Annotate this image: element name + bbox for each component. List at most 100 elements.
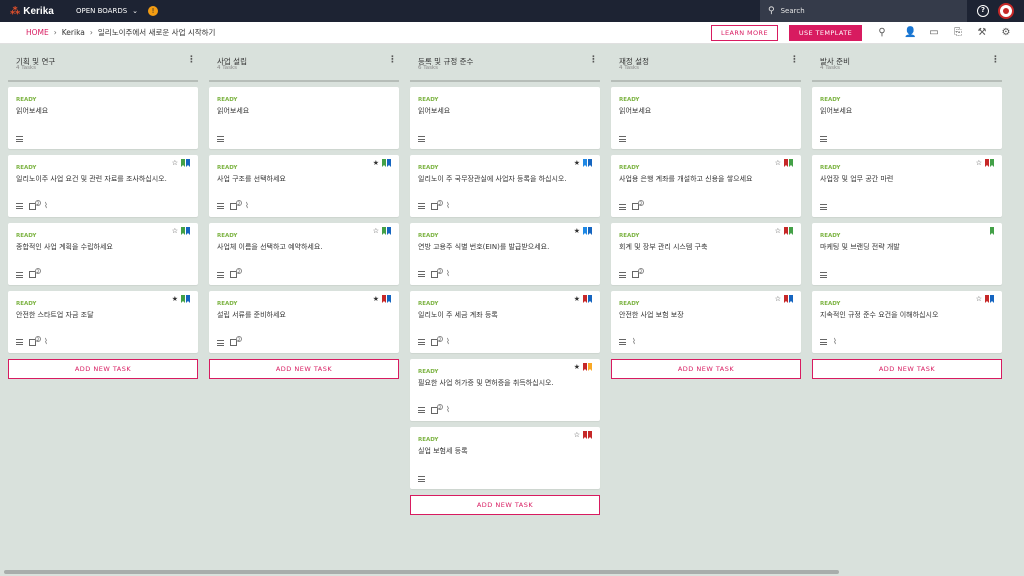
task-title[interactable]: 안전한 스타트업 자금 조달 [16, 311, 191, 320]
breadcrumb-home[interactable]: HOME [26, 28, 49, 37]
task-card[interactable]: READY 회계 및 장부 관리 시스템 구축 ☆ 2 [611, 223, 801, 285]
star-icon[interactable]: ☆ [775, 295, 781, 303]
task-title[interactable]: 일리노이 주 국무장관실에 사업자 등록을 하십시오. [418, 175, 593, 184]
horizontal-scrollbar[interactable] [4, 570, 839, 574]
task-title[interactable]: 일리노이 주 세금 계좌 등록 [418, 311, 593, 320]
add-person-icon[interactable]: 👤 [904, 27, 916, 39]
task-title[interactable]: 사업체 이름을 선택하고 예약하세요. [217, 243, 392, 252]
add-new-task-button[interactable]: ADD NEW TASK [812, 359, 1002, 379]
add-new-task-button[interactable]: ADD NEW TASK [410, 495, 600, 515]
task-title[interactable]: 읽어보세요 [217, 107, 392, 116]
more-vert-icon[interactable]: ⋮ [589, 56, 598, 65]
star-icon[interactable]: ★ [172, 295, 178, 303]
star-icon[interactable]: ☆ [775, 227, 781, 235]
add-new-task-button[interactable]: ADD NEW TASK [611, 359, 801, 379]
task-title[interactable]: 종합적인 사업 계획을 수립하세요 [16, 243, 191, 252]
search-input[interactable]: ⚲ Search [760, 0, 967, 22]
checklist-count: 2 [437, 199, 443, 206]
task-title[interactable]: 마케팅 및 브랜딩 전략 개발 [820, 243, 995, 252]
bookmark-flag-icon [186, 159, 190, 167]
task-card[interactable]: READY 사업용 은행 계좌를 개설하고 신용을 쌓으세요 ☆ 2 [611, 155, 801, 217]
star-icon[interactable]: ★ [574, 295, 580, 303]
kerika-logo[interactable]: ⁂ Kerika [10, 6, 68, 17]
task-title[interactable]: 읽어보세요 [418, 107, 593, 116]
breadcrumb-org[interactable]: Kerika [62, 28, 85, 37]
task-card[interactable]: READY 읽어보세요 [8, 87, 198, 149]
star-icon[interactable]: ★ [373, 159, 379, 167]
description-icon [217, 203, 224, 209]
tools-icon[interactable]: ⚒ [976, 27, 988, 39]
task-title[interactable]: 읽어보세요 [619, 107, 794, 116]
more-vert-icon[interactable]: ⋮ [790, 56, 799, 65]
attachment-icon[interactable]: ⎘ [952, 27, 964, 39]
star-icon[interactable]: ☆ [172, 227, 178, 235]
task-title[interactable]: 실업 보험세 등록 [418, 447, 593, 456]
task-title[interactable]: 사업 구조를 선택하세요 [217, 175, 392, 184]
star-icon[interactable]: ☆ [976, 295, 982, 303]
task-card[interactable]: READY 안전한 스타트업 자금 조달 ★ 2 ⌇ [8, 291, 198, 353]
star-icon[interactable]: ☆ [172, 159, 178, 167]
task-title[interactable]: 회계 및 장부 관리 시스템 구축 [619, 243, 794, 252]
task-card[interactable]: READY 실업 보험세 등록 ☆ [410, 427, 600, 489]
board-column: 사업 설립 ⋮ 4 Tasks READY 읽어보세요 READY 사업 구조를 선택하세요… [209, 56, 399, 379]
task-card[interactable]: READY 사업장 및 업무 공간 마련 ☆ [812, 155, 1002, 217]
task-card[interactable]: READY 연방 고용주 식별 번호(EIN)를 발급받으세요. ★ 2 ⌇ [410, 223, 600, 285]
more-vert-icon[interactable]: ⋮ [388, 56, 397, 65]
task-card[interactable]: READY 종합적인 사업 계획을 수립하세요 ☆ 2 [8, 223, 198, 285]
open-boards-menu[interactable]: OPEN BOARDS ⌄ [76, 7, 138, 15]
star-icon[interactable]: ★ [373, 295, 379, 303]
task-title[interactable]: 안전한 사업 보험 보장 [619, 311, 794, 320]
checklist-count: 2 [236, 268, 242, 274]
task-title[interactable]: 일리노이주 사업 요건 및 관련 자료를 조사하십시오. [16, 175, 191, 184]
task-title[interactable]: 연방 고용주 식별 번호(EIN)를 발급받으세요. [418, 243, 593, 252]
description-icon [217, 339, 224, 346]
task-title[interactable]: 지속적인 규정 준수 요건을 이해하십시오 [820, 311, 995, 320]
task-card[interactable]: READY 일리노이 주 세금 계좌 등록 ★ 2 ⌇ [410, 291, 600, 353]
task-flags: ☆ [172, 159, 190, 167]
task-title[interactable]: 읽어보세요 [16, 107, 191, 116]
task-title[interactable]: 사업용 은행 계좌를 개설하고 신용을 쌓으세요 [619, 175, 794, 184]
learn-more-button[interactable]: LEARN MORE [711, 25, 778, 41]
star-icon[interactable]: ☆ [373, 227, 379, 235]
task-card[interactable]: READY 지속적인 규정 준수 요건을 이해하십시오 ☆ ⌇ [812, 291, 1002, 353]
bookmark-flag-icon [382, 295, 386, 303]
checklist-icon: 2 [431, 199, 443, 210]
more-vert-icon[interactable]: ⋮ [991, 56, 1000, 65]
more-vert-icon[interactable]: ⋮ [187, 56, 196, 65]
gear-icon[interactable]: ⚙ [1000, 27, 1012, 39]
task-card[interactable]: READY 일리노이주 사업 요건 및 관련 자료를 조사하십시오. ☆ 2 ⌇ [8, 155, 198, 217]
task-title[interactable]: 읽어보세요 [820, 107, 995, 116]
add-new-task-button[interactable]: ADD NEW TASK [209, 359, 399, 379]
bookmark-flag-icon [583, 431, 587, 439]
task-flags: ★ [373, 159, 391, 167]
task-card[interactable]: READY 설립 서류를 준비하세요 ★ 2 [209, 291, 399, 353]
description-icon [619, 136, 626, 142]
task-card[interactable]: READY 사업 구조를 선택하세요 ★ 2 ⌇ [209, 155, 399, 217]
star-icon[interactable]: ☆ [574, 431, 580, 439]
task-card[interactable]: READY 필요한 사업 허가증 및 면허증을 취득하십시오. ★ 2 ⌇ [410, 359, 600, 421]
help-icon[interactable]: ? [977, 5, 989, 17]
task-card[interactable]: READY 읽어보세요 [410, 87, 600, 149]
star-icon[interactable]: ★ [574, 159, 580, 167]
chat-icon[interactable]: ▭ [928, 27, 940, 39]
star-icon[interactable]: ☆ [976, 159, 982, 167]
search-icon[interactable]: ⚲ [876, 27, 888, 39]
task-card[interactable]: READY 일리노이 주 국무장관실에 사업자 등록을 하십시오. ★ 2 ⌇ [410, 155, 600, 217]
use-template-button[interactable]: USE TEMPLATE [789, 25, 862, 41]
avatar[interactable] [998, 3, 1014, 19]
notification-badge-icon[interactable]: ! [148, 6, 159, 16]
task-card[interactable]: READY 마케팅 및 브랜딩 전략 개발 [812, 223, 1002, 285]
task-title[interactable]: 사업장 및 업무 공간 마련 [820, 175, 995, 184]
star-icon[interactable]: ★ [574, 227, 580, 235]
task-card[interactable]: READY 읽어보세요 [209, 87, 399, 149]
add-new-task-button[interactable]: ADD NEW TASK [8, 359, 198, 379]
star-icon[interactable]: ☆ [775, 159, 781, 167]
star-icon[interactable]: ★ [574, 363, 580, 371]
task-title[interactable]: 설립 서류를 준비하세요 [217, 311, 392, 320]
task-card[interactable]: READY 사업체 이름을 선택하고 예약하세요. ☆ 2 [209, 223, 399, 285]
column-divider [812, 80, 1002, 82]
task-card[interactable]: READY 안전한 사업 보험 보장 ☆ ⌇ [611, 291, 801, 353]
task-title[interactable]: 필요한 사업 허가증 및 면허증을 취득하십시오. [418, 379, 593, 388]
task-card[interactable]: READY 읽어보세요 [611, 87, 801, 149]
task-card[interactable]: READY 읽어보세요 [812, 87, 1002, 149]
